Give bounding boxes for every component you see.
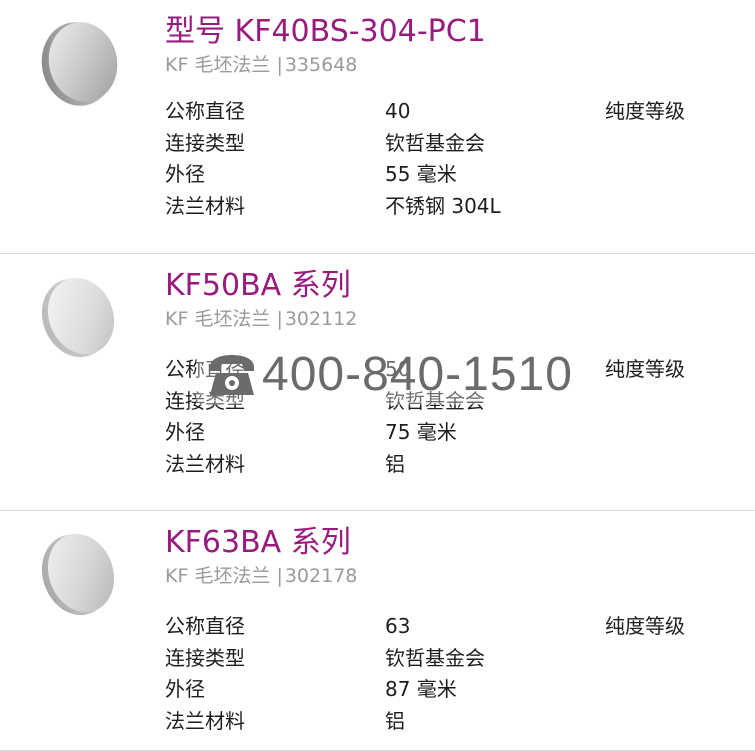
product-code: 302178 <box>284 565 358 587</box>
spec-label-connection-type: 连接类型 <box>165 131 245 155</box>
spec-value-nominal-diameter: 40 <box>385 99 411 123</box>
spec-label-connection-type: 连接类型 <box>165 646 245 670</box>
spec-label-purity-grade: 纯度等级 <box>605 99 685 123</box>
product-subtitle: KF 毛坯法兰 | 335648 <box>165 52 357 78</box>
telephone-icon <box>210 355 254 395</box>
spec-value-flange-material: 铝 <box>385 709 405 733</box>
subtitle-separator: | <box>276 308 283 330</box>
product-subtitle: KF 毛坯法兰 | 302112 <box>165 306 357 332</box>
product-category: KF 毛坯法兰 <box>165 565 271 587</box>
product-list-page: 型号 KF40BS-304-PC1 KF 毛坯法兰 | 335648 公称直径 40… <box>0 0 755 751</box>
product-subtitle: KF 毛坯法兰 | 302178 <box>165 563 357 589</box>
spec-label-flange-material: 法兰材料 <box>165 194 245 218</box>
product-card: 型号 KF40BS-304-PC1 KF 毛坯法兰 | 335648 公称直径 40… <box>0 0 755 254</box>
spec-label-purity-grade: 纯度等级 <box>605 614 685 638</box>
spec-label-flange-material: 法兰材料 <box>165 452 245 476</box>
spec-value-connection-type: 钦哲基金会 <box>385 131 485 155</box>
spec-value-connection-type: 钦哲基金会 <box>385 646 485 670</box>
spec-label-outer-diameter: 外径 <box>165 420 205 444</box>
spec-value-outer-diameter: 87 毫米 <box>385 677 457 701</box>
spec-label-nominal-diameter: 公称直径 <box>165 99 245 123</box>
product-card: KF63BA 系列 KF 毛坯法兰 | 302178 公称直径 63 纯度等级 连接… <box>0 511 755 751</box>
phone-contact-overlay[interactable]: 400-840-1510 <box>196 345 581 405</box>
product-category: KF 毛坯法兰 <box>165 54 271 76</box>
product-title[interactable]: KF50BA 系列 <box>165 266 351 306</box>
product-image[interactable] <box>28 529 140 619</box>
spec-label-outer-diameter: 外径 <box>165 162 205 186</box>
spec-label-outer-diameter: 外径 <box>165 677 205 701</box>
phone-number[interactable]: 400-840-1510 <box>262 345 573 405</box>
subtitle-separator: | <box>276 54 283 76</box>
spec-label-nominal-diameter: 公称直径 <box>165 614 245 638</box>
spec-value-outer-diameter: 75 毫米 <box>385 420 457 444</box>
spec-label-purity-grade: 纯度等级 <box>605 357 685 381</box>
spec-label-flange-material: 法兰材料 <box>165 709 245 733</box>
spec-value-nominal-diameter: 63 <box>385 614 411 638</box>
product-category: KF 毛坯法兰 <box>165 308 271 330</box>
product-image[interactable] <box>28 272 140 362</box>
product-code: 302112 <box>284 308 358 330</box>
product-title[interactable]: KF63BA 系列 <box>165 523 351 563</box>
spec-value-outer-diameter: 55 毫米 <box>385 162 457 186</box>
product-title[interactable]: 型号 KF40BS-304-PC1 <box>165 12 486 52</box>
product-image[interactable] <box>28 18 140 108</box>
subtitle-separator: | <box>276 565 283 587</box>
spec-value-flange-material: 铝 <box>385 452 405 476</box>
product-code: 335648 <box>284 54 358 76</box>
spec-value-flange-material: 不锈钢 304L <box>385 194 501 218</box>
